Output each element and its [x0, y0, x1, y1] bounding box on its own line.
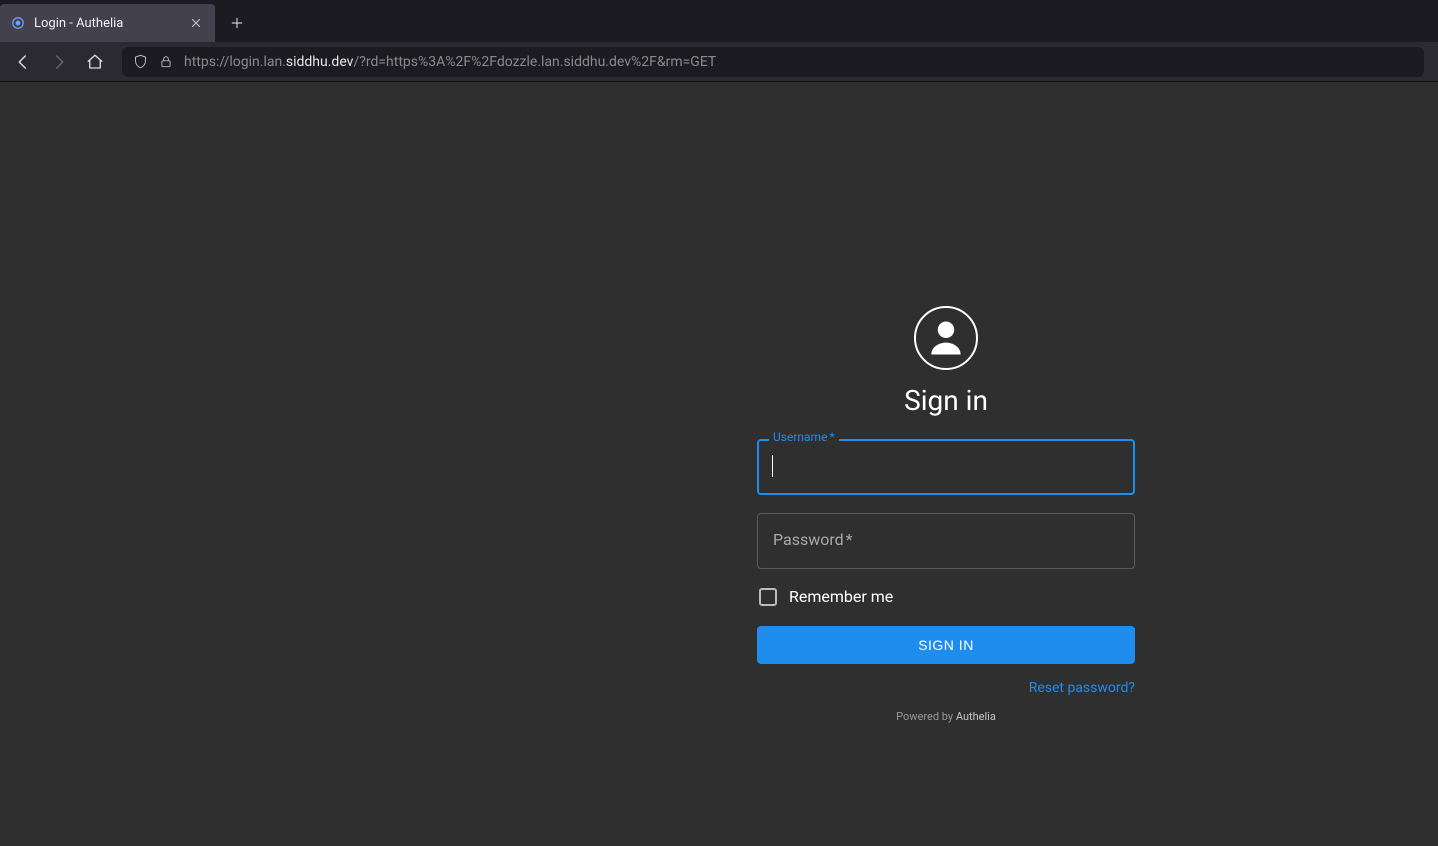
- lock-icon: [158, 54, 174, 70]
- remember-label: Remember me: [789, 587, 893, 606]
- browser-tab-active[interactable]: Login - Authelia: [0, 4, 215, 42]
- reset-password-link[interactable]: Reset password?: [1029, 680, 1135, 696]
- username-field: Username*: [757, 439, 1135, 495]
- home-button[interactable]: [78, 47, 112, 77]
- url-bar[interactable]: https://login.lan.siddhu.dev/?rd=https%3…: [122, 47, 1424, 77]
- remember-row: Remember me: [757, 587, 1135, 606]
- url-prefix: https://login.lan.: [184, 54, 286, 70]
- back-button[interactable]: [6, 47, 40, 77]
- text-caret: [772, 455, 773, 477]
- remember-checkbox[interactable]: [759, 588, 777, 606]
- powered-by: Powered by Authelia: [896, 710, 996, 723]
- signin-title: Sign in: [904, 384, 988, 417]
- forward-button[interactable]: [42, 47, 76, 77]
- url-text: https://login.lan.siddhu.dev/?rd=https%3…: [184, 54, 1414, 70]
- browser-tab-strip: Login - Authelia: [0, 0, 1438, 42]
- login-card: Sign in Username* Password* Remember me …: [757, 306, 1135, 723]
- page-content: Sign in Username* Password* Remember me …: [0, 82, 1438, 846]
- username-input[interactable]: [757, 439, 1135, 495]
- tab-favicon: [10, 15, 26, 31]
- avatar-icon: [914, 306, 978, 370]
- tab-close-button[interactable]: [187, 14, 205, 32]
- url-suffix: /?rd=https%3A%2F%2Fdozzle.lan.siddhu.dev…: [353, 54, 716, 70]
- powered-brand: Authelia: [956, 710, 996, 723]
- signin-button[interactable]: SIGN IN: [757, 626, 1135, 664]
- reset-row: Reset password?: [757, 680, 1135, 696]
- new-tab-button[interactable]: [221, 7, 253, 39]
- shield-icon: [132, 54, 148, 70]
- password-input[interactable]: [757, 513, 1135, 569]
- password-field: Password*: [757, 513, 1135, 569]
- browser-toolbar: https://login.lan.siddhu.dev/?rd=https%3…: [0, 42, 1438, 82]
- url-domain: siddhu.dev: [286, 54, 354, 70]
- tab-title: Login - Authelia: [34, 16, 179, 31]
